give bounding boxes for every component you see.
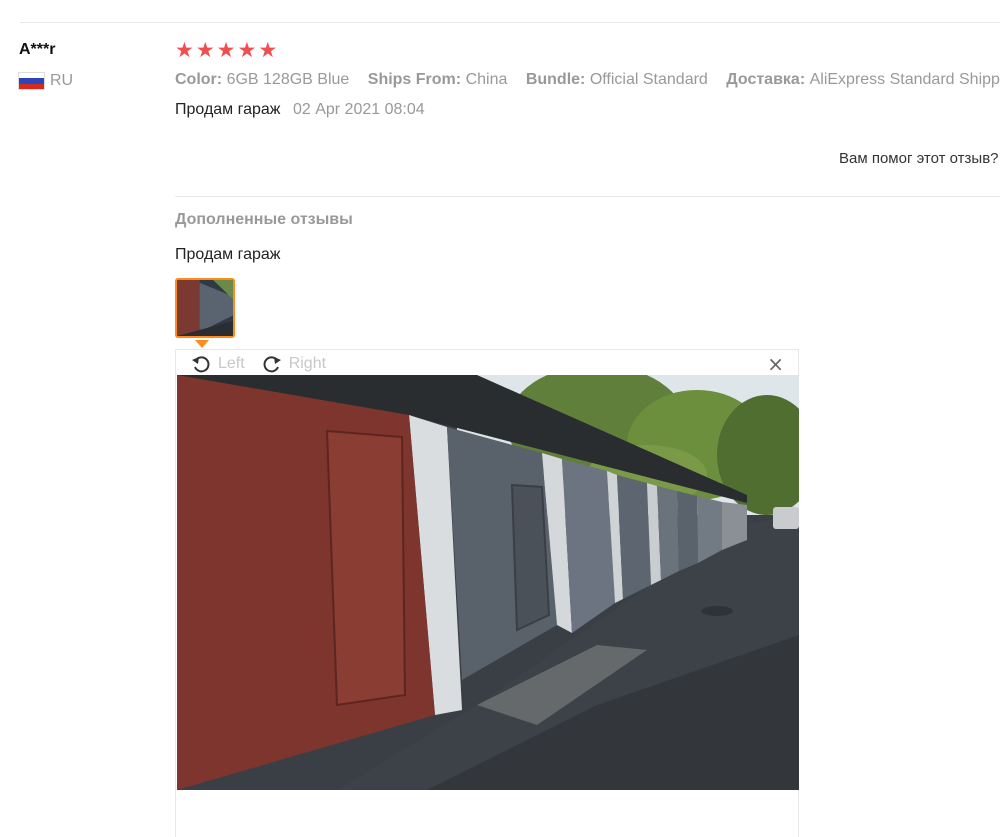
- reviewer-country: RU: [19, 72, 159, 90]
- russia-flag-icon: [19, 73, 44, 89]
- rotate-right-icon: [263, 356, 281, 373]
- review-photo-thumbnail[interactable]: [175, 278, 235, 338]
- review-page: A***r RU ★ ★ ★ ★ ★ Color: 6GB 128GB Blue…: [0, 0, 1000, 837]
- star-icon: ★: [237, 38, 257, 62]
- rotate-right-label: Right: [288, 355, 327, 372]
- review-body: ★ ★ ★ ★ ★ Color: 6GB 128GB Blue Ships Fr…: [175, 38, 1000, 121]
- attribute-bundle: Bundle: Official Standard: [525, 71, 708, 88]
- review-photo-large: [177, 375, 799, 790]
- reviewer-name: A***r: [19, 41, 56, 58]
- country-code: RU: [50, 72, 74, 89]
- comment-text: Продам гараж: [175, 101, 281, 118]
- top-divider: [20, 22, 1000, 23]
- additional-review-text: Продам гараж: [175, 246, 281, 263]
- star-icon: ★: [258, 38, 278, 62]
- star-icon: ★: [216, 38, 236, 62]
- photo-viewer: Left Right ×: [175, 349, 799, 837]
- rotate-right-button[interactable]: Right: [261, 353, 326, 375]
- viewer-toolbar: Left Right: [190, 352, 336, 376]
- attribute-delivery: Доставка: AliExpress Standard Shipping: [726, 71, 1000, 88]
- section-divider: [175, 196, 1000, 197]
- order-attributes: Color: 6GB 128GB Blue Ships From: China …: [175, 68, 1000, 92]
- attribute-color: Color: 6GB 128GB Blue: [175, 71, 350, 88]
- star-icon: ★: [195, 38, 215, 62]
- close-icon[interactable]: ×: [767, 353, 784, 375]
- rotate-left-button[interactable]: Left: [190, 353, 245, 375]
- review-date: 02 Apr 2021 08:04: [292, 101, 425, 118]
- reviewer-info: A***r RU: [19, 40, 159, 90]
- helpful-prompt[interactable]: Вам помог этот отзыв?: [839, 150, 999, 167]
- rotate-left-label: Left: [218, 355, 245, 372]
- rotate-left-icon: [192, 356, 210, 373]
- attribute-ships-from: Ships From: China: [367, 71, 508, 88]
- review-comment: Продам гараж 02 Apr 2021 08:04: [175, 99, 1000, 121]
- star-rating: ★ ★ ★ ★ ★: [175, 38, 1000, 62]
- star-icon: ★: [175, 38, 194, 62]
- thumbnail-pointer: [195, 340, 209, 348]
- additional-reviews-title: Дополненные отзывы: [175, 211, 353, 228]
